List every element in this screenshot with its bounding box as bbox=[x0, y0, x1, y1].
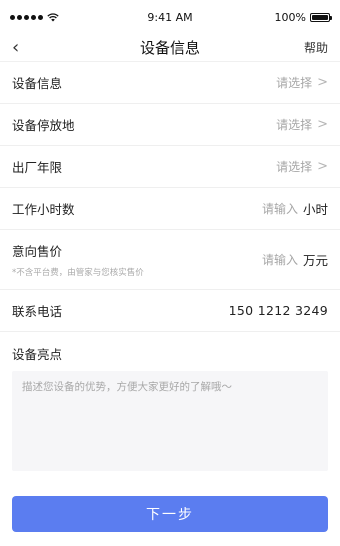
signal-indicator bbox=[10, 12, 90, 22]
battery-percent: 100% bbox=[274, 10, 306, 24]
chevron-right-icon: > bbox=[317, 75, 328, 90]
wifi-icon bbox=[47, 12, 59, 21]
highlights-label: 设备亮点 bbox=[12, 347, 63, 362]
battery-icon bbox=[310, 12, 332, 22]
production-year-row[interactable]: 出厂年限 请选择 > bbox=[0, 146, 340, 188]
chevron-right-icon: > bbox=[317, 159, 328, 174]
production-year-value: 请选择 bbox=[276, 160, 313, 174]
signal-dots-icon bbox=[10, 14, 43, 20]
chevron-right-icon: > bbox=[317, 117, 328, 132]
parking-location-row[interactable]: 设备停放地 请选择 > bbox=[0, 104, 340, 146]
highlights-section: 设备亮点 描述您设备的优势，方便大家更好的了解哦～ bbox=[0, 332, 340, 471]
highlights-placeholder: 描述您设备的优势，方便大家更好的了解哦～ bbox=[22, 381, 232, 393]
working-hours-unit: 小时 bbox=[302, 202, 328, 217]
working-hours-row: 工作小时数 请输入 小时 bbox=[0, 188, 340, 230]
next-step-button[interactable]: 下一步 bbox=[12, 496, 328, 532]
expected-price-input[interactable]: 请输入 bbox=[262, 251, 298, 268]
chevron-left-icon: ‹ bbox=[12, 36, 20, 58]
navigation-bar: ‹ 设备信息 帮助 bbox=[0, 34, 340, 62]
parking-location-label: 设备停放地 bbox=[12, 118, 75, 133]
contact-phone-field[interactable]: 150 1212 3249 bbox=[229, 303, 328, 318]
production-year-label: 出厂年限 bbox=[12, 160, 63, 175]
device-info-label: 设备信息 bbox=[12, 76, 63, 91]
parking-location-selector[interactable]: 请选择 > bbox=[276, 116, 328, 133]
battery-indicator: 100% bbox=[250, 10, 332, 24]
contact-phone-label: 联系电话 bbox=[12, 304, 63, 319]
contact-phone-row: 联系电话 150 1212 3249 bbox=[0, 290, 340, 332]
device-info-selector[interactable]: 请选择 > bbox=[276, 74, 328, 91]
help-button[interactable]: 帮助 bbox=[304, 39, 328, 56]
expected-price-unit: 万元 bbox=[302, 253, 328, 268]
device-info-value: 请选择 bbox=[276, 76, 313, 90]
working-hours-input[interactable]: 请输入 bbox=[262, 200, 298, 217]
expected-price-note: *不含平台费，由管家与您核实售价 bbox=[12, 268, 144, 278]
device-info-row[interactable]: 设备信息 请选择 > bbox=[0, 62, 340, 104]
parking-location-value: 请选择 bbox=[276, 118, 313, 132]
expected-price-row: 意向售价 *不含平台费，由管家与您核实售价 请输入 万元 bbox=[0, 230, 340, 290]
highlights-textarea[interactable]: 描述您设备的优势，方便大家更好的了解哦～ bbox=[12, 371, 328, 471]
status-time: 9:41 AM bbox=[147, 10, 193, 24]
back-button[interactable]: ‹ bbox=[12, 36, 52, 58]
production-year-selector[interactable]: 请选择 > bbox=[276, 158, 328, 175]
expected-price-label: 意向售价 bbox=[12, 244, 63, 259]
working-hours-label: 工作小时数 bbox=[12, 202, 75, 217]
status-bar: 9:41 AM 100% bbox=[0, 0, 340, 34]
